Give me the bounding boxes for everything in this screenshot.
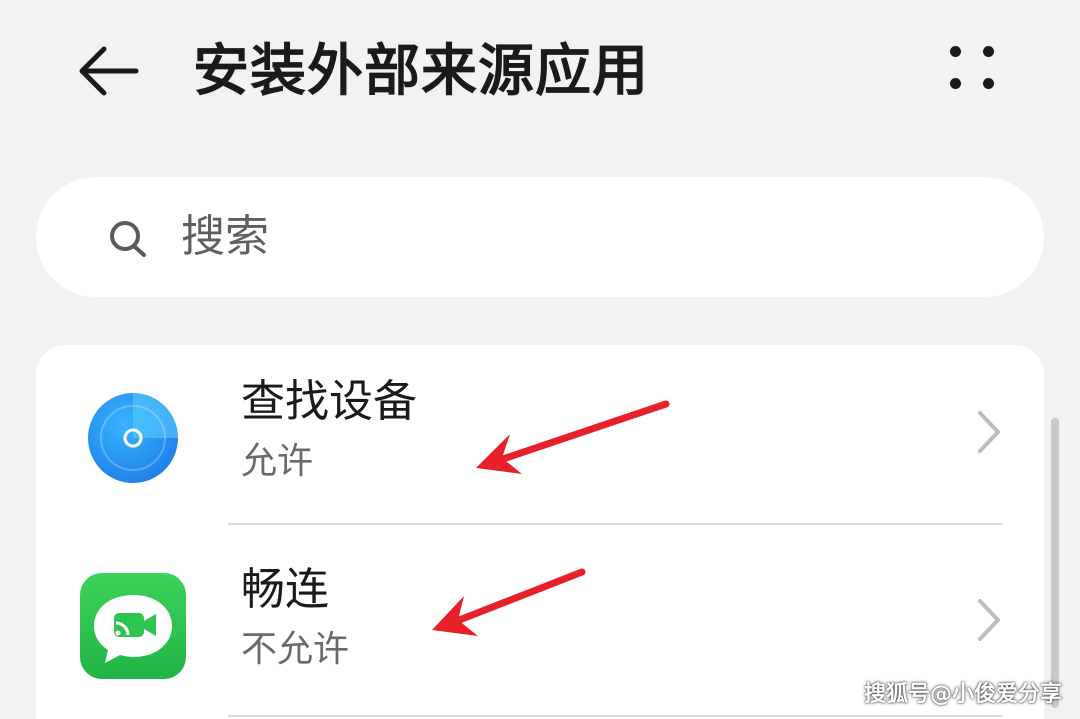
chevron-right-icon: [978, 599, 1000, 641]
divider: [228, 523, 1002, 525]
app-name: 查找设备: [241, 376, 417, 427]
more-options-button[interactable]: [936, 34, 1008, 104]
search-icon: [110, 221, 146, 257]
divider: [228, 715, 1002, 717]
more-dot: [983, 46, 994, 57]
screen: 安装外部来源应用 搜索 查找设备 允许 畅连 不允许 搜狐号@小俊爱分享: [0, 0, 1080, 719]
watermark: 搜狐号@小俊爱分享: [864, 682, 1063, 707]
app-name: 畅连: [241, 564, 329, 615]
more-dots-icon: [950, 46, 961, 57]
scrollbar[interactable]: [1051, 418, 1059, 708]
page-title: 安装外部来源应用: [193, 39, 649, 104]
back-button[interactable]: [70, 36, 146, 106]
app-list: 查找设备 允许 畅连 不允许: [36, 345, 1044, 719]
app-permission-status: 不允许: [241, 629, 350, 670]
app-permission-status: 允许: [241, 441, 314, 482]
back-arrow-icon: [79, 46, 139, 96]
list-item-find-device[interactable]: 查找设备 允许: [36, 345, 1044, 533]
search-placeholder: 搜索: [181, 211, 269, 262]
more-dot: [950, 78, 961, 89]
chevron-right-icon: [978, 411, 1000, 453]
find-device-icon: [88, 393, 178, 483]
search-bar[interactable]: 搜索: [36, 177, 1044, 297]
meetime-icon: [80, 573, 186, 679]
more-dot: [983, 78, 994, 89]
